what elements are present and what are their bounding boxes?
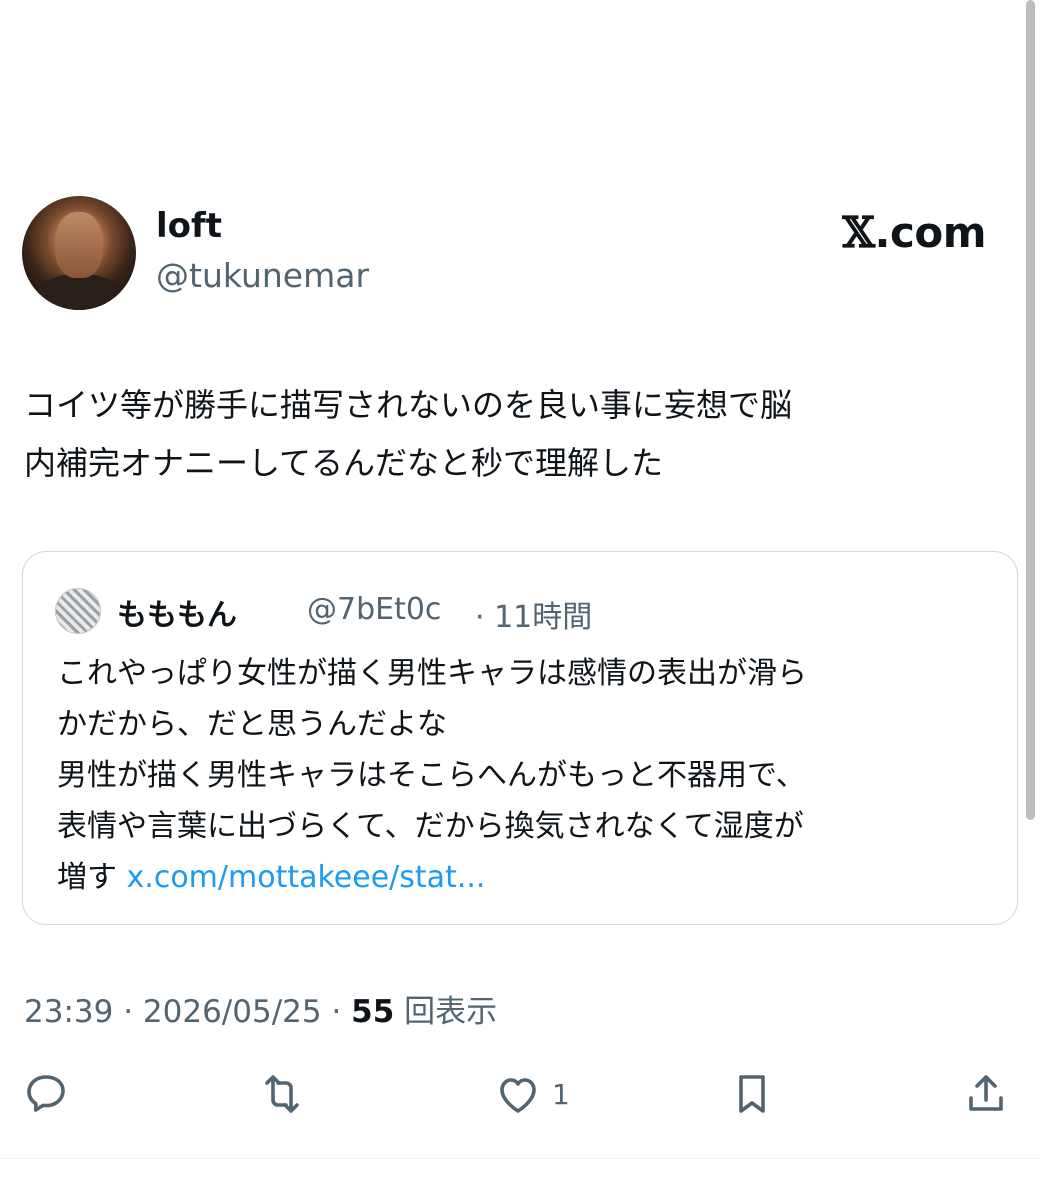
repost-button[interactable] [258,1066,306,1122]
quoted-tweet-text: これやっぱり女性が描く男性キャラは感情の表出が滑ら かだから、だと思うんだよな … [57,648,987,903]
action-bar: 1 [0,1066,1040,1126]
author-avatar[interactable] [22,196,136,310]
like-button[interactable]: 1 [494,1066,570,1122]
share-icon [969,1075,1003,1111]
views-count: 55 [351,994,395,1030]
quoted-text-line: 男性が描く男性キャラはそこらへんがもっと不器用で、 [57,758,806,793]
quoted-text-line: これやっぱり女性が描く男性キャラは感情の表出が滑ら [57,656,807,691]
meta-separator: · [113,994,143,1030]
author-handle[interactable]: @tukunemar [156,256,369,295]
quoted-text-last: 増す [57,860,127,895]
quoted-text-line: かだから、だと思うんだよな [57,707,447,742]
quoted-tweet[interactable]: もももん @7bEt0c · 11時間 これやっぱり女性が描く男性キャラは感情の… [22,551,1018,925]
tweet-time[interactable]: 23:39 [24,994,113,1030]
repost-icon [265,1075,299,1113]
avatar-figure-face [55,212,103,278]
scrollbar[interactable] [1026,0,1035,820]
bookmark-button[interactable] [728,1066,776,1122]
quoted-text-line: 表情や言葉に出づらくて、だから換気されなくて湿度が [57,809,804,844]
tweet-meta: 23:39 · 2026/05/25 · 55 回表示 [24,986,497,1031]
like-count: 1 [552,1077,570,1111]
author-name[interactable]: loft [156,206,222,246]
bookmark-icon [739,1075,765,1113]
share-button[interactable] [962,1066,1010,1122]
quoted-author-avatar [55,588,101,634]
meta-separator: · [321,994,352,1030]
x-logo-icon: 𝕏 [842,208,875,257]
tweet-date[interactable]: 2026/05/25 [143,994,322,1030]
brand-suffix: .com [874,208,987,257]
quoted-author-handle: @7bEt0c [307,592,442,627]
tweet-text-line: コイツ等が勝手に描写されないのを良い事に妄想で脳 [24,386,793,424]
quoted-author-name: もももん [117,598,237,633]
reply-button[interactable] [22,1066,70,1122]
tweet-header: loft @tukunemar 𝕏.com [22,196,992,311]
x-com-logo: 𝕏.com [842,208,986,257]
views-label: 回表示 [394,994,498,1030]
quoted-tweet-time: · 11時間 [475,600,593,635]
quoted-tweet-link[interactable]: x.com/mottakeee/stat... [127,860,486,895]
tweet-text: コイツ等が勝手に描写されないのを良い事に妄想で脳 内補完オナニーしてるんだなと秒… [24,376,1014,492]
avatar-figure-body [36,274,122,310]
heart-icon [500,1078,536,1113]
bottom-divider [0,1158,1040,1159]
quoted-text-line: 増す x.com/mottakeee/stat... [57,852,987,903]
tweet-text-line: 内補完オナニーしてるんだなと秒で理解した [24,444,664,482]
reply-icon [27,1075,65,1112]
